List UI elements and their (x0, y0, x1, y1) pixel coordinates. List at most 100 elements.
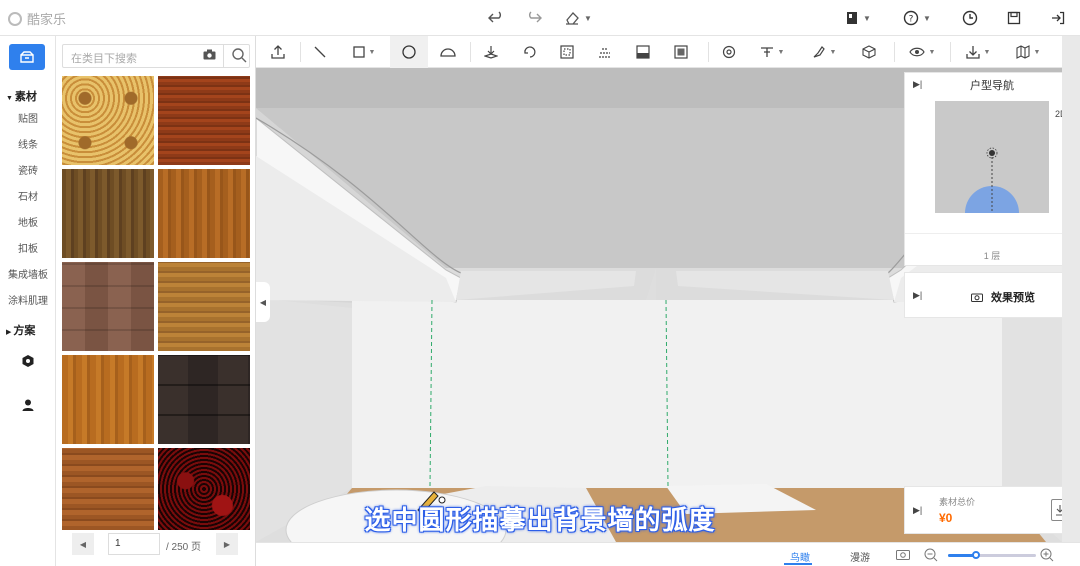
nav-item-floor[interactable]: 地板 (0, 214, 56, 229)
redo-icon[interactable] (524, 8, 544, 28)
upload-icon[interactable] (260, 36, 296, 68)
material-tile[interactable] (158, 355, 250, 444)
chevron-down-icon: ▼ (923, 13, 931, 23)
nav-item-wall-panel[interactable]: 集成墙板 (0, 266, 56, 281)
chevron-down-icon: ▼ (584, 13, 592, 23)
arc-tool-icon[interactable] (430, 36, 466, 68)
walk-tab[interactable]: 漫游 (850, 549, 870, 564)
next-page-button[interactable]: ▶ (216, 533, 238, 555)
material-tile[interactable] (158, 448, 250, 530)
align-icon[interactable]: ▼ (750, 36, 794, 68)
top-bar: 酷家乐 ▼ ▼ ? ▼ (0, 0, 1080, 36)
map-icon[interactable]: ▼ (1006, 36, 1050, 68)
eraser-icon[interactable]: ▼ (562, 8, 594, 28)
toolbar-divider (300, 42, 301, 62)
nav-item-stone[interactable]: 石材 (0, 188, 56, 203)
material-tile[interactable] (158, 76, 250, 165)
push-pull-icon[interactable] (474, 36, 508, 68)
circle-tool-icon[interactable] (390, 36, 428, 68)
download-icon[interactable]: ▼ (956, 36, 1000, 68)
chevron-down-icon: ▼ (368, 48, 376, 56)
status-bar: 鸟瞰 漫游 (256, 542, 1080, 566)
app-name: 酷家乐 (27, 12, 67, 27)
preview-label: 效果预览 (991, 292, 1035, 304)
right-scrollbar[interactable] (1062, 36, 1080, 542)
chevron-down-icon: ▼ (829, 48, 837, 56)
panel-icon[interactable] (626, 36, 660, 68)
expand-arrow-icon[interactable]: ▶| (913, 290, 922, 301)
search-box: 在类目下搜索 (62, 44, 250, 68)
box-icon (20, 51, 34, 63)
zoom-out-icon[interactable] (924, 548, 938, 565)
chevron-down-icon: ▼ (1033, 48, 1041, 56)
app-logo[interactable]: 酷家乐 (8, 9, 66, 28)
triangle-right-icon: ▶ (223, 539, 231, 549)
prev-page-button[interactable]: ◀ (72, 533, 94, 555)
triangle-left-icon: ◀ (259, 297, 267, 307)
camera-icon[interactable] (203, 49, 216, 63)
section-plans[interactable]: ▶ 方案 (6, 322, 35, 338)
zoom-slider[interactable] (948, 551, 1036, 559)
logo-icon (8, 11, 22, 26)
rotate-hand-icon[interactable] (512, 36, 546, 68)
nav-item-tiles[interactable]: 瓷砖 (0, 162, 56, 177)
user-icon[interactable] (19, 396, 37, 414)
paint-brush-icon[interactable]: ▼ (804, 36, 844, 68)
material-price-panel: ▶| 素材总价 ¥0 (904, 486, 1078, 534)
material-tile[interactable] (62, 76, 154, 165)
birdview-tab[interactable]: 鸟瞰 (790, 549, 810, 564)
floor-navigator-panel: ▶| 户型导航 2D 1 层 (904, 72, 1079, 266)
page-input[interactable]: 1 (108, 533, 160, 555)
collapse-panel-tab[interactable]: ◀ (256, 282, 270, 322)
toolbar-divider (950, 42, 951, 62)
help-icon[interactable]: ? ▼ (900, 8, 934, 28)
svg-text:?: ? (909, 15, 914, 25)
pagination: ◀ 1 / 250 页 ▶ (62, 533, 250, 555)
line-tool-icon[interactable] (302, 36, 338, 68)
measure-target-icon[interactable] (712, 36, 746, 68)
nav-item-texture[interactable]: 贴图 (0, 110, 56, 125)
save-disk-icon[interactable]: ▼ (842, 8, 874, 28)
cube-icon[interactable] (852, 36, 886, 68)
exit-icon[interactable] (1048, 8, 1068, 28)
zoom-in-icon[interactable] (1040, 548, 1054, 565)
expand-arrow-icon[interactable]: ▶| (913, 505, 922, 516)
triangle-left-icon: ◀ (79, 539, 87, 549)
eye-icon[interactable]: ▼ (900, 36, 944, 68)
material-tile[interactable] (158, 262, 250, 351)
material-tile[interactable] (62, 262, 154, 351)
undo-icon[interactable] (486, 8, 506, 28)
texture-icon[interactable] (664, 36, 698, 68)
floppy-icon[interactable] (1004, 8, 1024, 28)
search-divider (223, 45, 224, 67)
material-tile[interactable] (62, 169, 154, 258)
section-materials[interactable]: ▼ 素材 (6, 88, 37, 104)
floor-label[interactable]: 1 层 (905, 249, 1079, 262)
material-tile[interactable] (158, 169, 250, 258)
toolbar-divider (894, 42, 895, 62)
array-icon[interactable] (588, 36, 622, 68)
history-clock-icon[interactable] (960, 8, 980, 28)
offset-icon[interactable] (550, 36, 584, 68)
nav-item-panel[interactable]: 扣板 (0, 240, 56, 255)
search-input[interactable]: 在类目下搜索 (71, 50, 137, 66)
hexagon-icon[interactable] (19, 352, 37, 370)
chevron-down-icon: ▼ (928, 48, 936, 56)
search-icon[interactable] (231, 47, 247, 66)
nav-item-paint[interactable]: 涂料肌理 (0, 292, 56, 307)
material-tile[interactable] (62, 448, 154, 530)
price-label: 素材总价 (939, 497, 976, 507)
rectangle-tool-icon[interactable]: ▼ (342, 36, 386, 68)
minimap[interactable] (935, 101, 1049, 213)
left-nav: ▼ 素材 贴图 线条 瓷砖 石材 地板 扣板 集成墙板 涂料肌理 ▶ 方案 (0, 36, 56, 566)
materials-nav-button[interactable] (9, 44, 45, 70)
nav-item-lines[interactable]: 线条 (0, 136, 56, 151)
material-tile[interactable] (62, 355, 154, 444)
zoom-knob[interactable] (972, 551, 980, 559)
screenshot-camera-icon[interactable] (896, 548, 910, 563)
render-preview-panel[interactable]: ▶| 效果预览 (904, 272, 1078, 318)
tool-bar: ▼ ▼ ▼ ▼ ▼ ▼ (256, 36, 1062, 68)
toolbar-divider (708, 42, 709, 62)
page-total: / 250 页 (166, 542, 202, 553)
chevron-down-icon: ▼ (863, 13, 871, 23)
